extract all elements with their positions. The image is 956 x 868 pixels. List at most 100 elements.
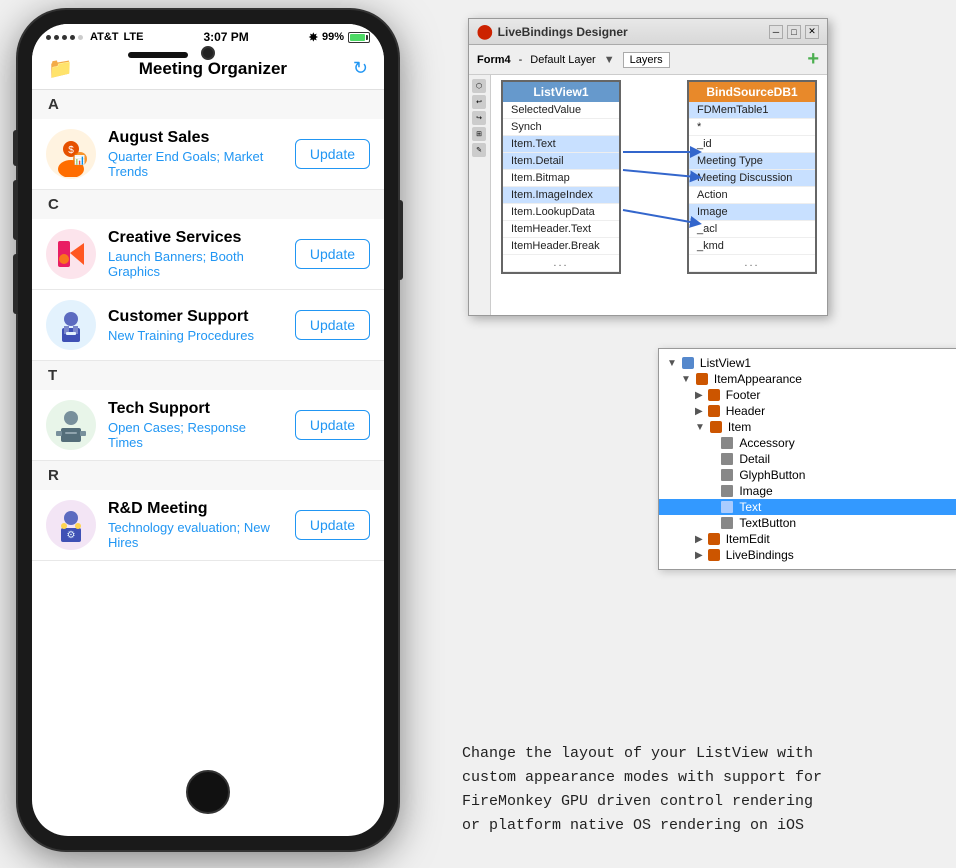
sub-icon	[708, 533, 720, 545]
tree-item-text[interactable]: Text	[659, 499, 956, 515]
db-field-image[interactable]: Image	[689, 204, 815, 221]
battery-fill	[350, 34, 365, 41]
layers-button[interactable]: Layers	[623, 52, 670, 68]
update-button[interactable]: Update	[295, 510, 370, 540]
item-title: August Sales	[108, 129, 283, 147]
db-field-action[interactable]: Action	[689, 187, 815, 204]
bindsourcedb-header: BindSourceDB1	[689, 82, 815, 102]
list-item[interactable]: Customer Support New Training Procedures…	[32, 290, 384, 361]
update-button[interactable]: Update	[295, 310, 370, 340]
list-item[interactable]: ⚙ R&D Meeting Technology evaluation; New…	[32, 490, 384, 561]
maximize-button[interactable]: □	[787, 25, 801, 39]
tree-item-listview1[interactable]: ▼ ListView1	[659, 355, 956, 371]
signal-dot	[70, 35, 75, 40]
desc-line-4: or platform native OS rendering on iOS	[462, 814, 932, 838]
tree-item-header[interactable]: ▶ Header	[659, 403, 956, 419]
refresh-icon[interactable]: ↻	[353, 58, 368, 79]
lv-field-itemimageindex[interactable]: Item.ImageIndex	[503, 187, 619, 204]
tree-item-accessory[interactable]: Accessory	[659, 435, 956, 451]
tree-item-itemedit[interactable]: ▶ ItemEdit	[659, 531, 956, 547]
power-button[interactable]	[398, 200, 403, 280]
spacer	[715, 452, 718, 466]
lv-field-itemlookupdata[interactable]: Item.LookupData	[503, 204, 619, 221]
folder-icon[interactable]: 📁	[48, 56, 73, 81]
update-button[interactable]: Update	[295, 239, 370, 269]
update-button[interactable]: Update	[295, 139, 370, 169]
section-header-c: C	[32, 190, 384, 219]
tree-label: GlyphButton	[739, 468, 805, 482]
item-text-customer: Customer Support New Training Procedures	[108, 308, 283, 343]
avatar	[46, 229, 96, 279]
carrier-label: AT&T	[90, 31, 119, 43]
listview-box: ListView1 SelectedValue Synch Item.Text …	[501, 80, 621, 274]
tree-item-glyphbutton[interactable]: GlyphButton	[659, 467, 956, 483]
window-titlebar: ⬤ LiveBindings Designer ─ □ ✕	[469, 19, 827, 45]
add-layer-button[interactable]: +	[807, 48, 819, 71]
listview-box-header: ListView1	[503, 82, 619, 102]
tree-item-detail[interactable]: Detail	[659, 451, 956, 467]
db-field-acl[interactable]: _acl	[689, 221, 815, 238]
expand-icon: ▼	[681, 374, 691, 385]
tree-item-item[interactable]: ▼ Item	[659, 419, 956, 435]
volume-down-button[interactable]	[13, 254, 18, 314]
db-field-id[interactable]: _id	[689, 136, 815, 153]
db-field-kmd[interactable]: _kmd	[689, 238, 815, 255]
volume-up-button[interactable]	[13, 180, 18, 240]
lv-field-itemtext[interactable]: Item.Text	[503, 136, 619, 153]
tree-item-textbutton[interactable]: TextButton	[659, 515, 956, 531]
home-button[interactable]	[186, 770, 230, 814]
app-title: Meeting Organizer	[139, 59, 287, 79]
battery-pct: 99%	[322, 31, 344, 43]
avatar	[46, 400, 96, 450]
expand-icon: ▶	[695, 390, 703, 401]
db-field-star[interactable]: *	[689, 119, 815, 136]
mute-button[interactable]	[13, 130, 18, 166]
sub-icon	[710, 421, 722, 433]
expand-icon: ▶	[695, 534, 703, 545]
tool-icon[interactable]: ↪	[472, 111, 486, 125]
tree-item-image[interactable]: Image	[659, 483, 956, 499]
db-field-fdmemtable[interactable]: FDMemTable1	[689, 102, 815, 119]
db-field-meetingtype[interactable]: Meeting Type	[689, 153, 815, 170]
tool-icon[interactable]: ⬡	[472, 79, 486, 93]
lv-field-itemheaderbreak[interactable]: ItemHeader.Break	[503, 238, 619, 255]
tool-icon[interactable]: ↩	[472, 95, 486, 109]
list-item[interactable]: Creative Services Launch Banners; Booth …	[32, 219, 384, 290]
speaker	[128, 52, 188, 58]
tool-icon[interactable]: ⊞	[472, 127, 486, 141]
phone-screen: AT&T LTE 3:07 PM ✸ 99% 📁 Meeting Organiz…	[32, 24, 384, 836]
phone-device: AT&T LTE 3:07 PM ✸ 99% 📁 Meeting Organiz…	[18, 10, 398, 850]
lv-field-itemheadertext[interactable]: ItemHeader.Text	[503, 221, 619, 238]
lv-field-synch[interactable]: Synch	[503, 119, 619, 136]
section-header-t: T	[32, 361, 384, 390]
spacer	[715, 436, 718, 450]
spacer	[715, 484, 718, 498]
tree-item-livebindings[interactable]: ▶ LiveBindings	[659, 547, 956, 563]
network-label: LTE	[124, 31, 144, 43]
item-detail: Open Cases; Response Times	[108, 420, 283, 450]
avatar: ⚙	[46, 500, 96, 550]
db-field-meetingdiscussion[interactable]: Meeting Discussion	[689, 170, 815, 187]
tree-item-itemappearance[interactable]: ▼ ItemAppearance	[659, 371, 956, 387]
tree-item-footer[interactable]: ▶ Footer	[659, 387, 956, 403]
battery-area: ✸ 99%	[309, 31, 370, 44]
battery-tip	[366, 35, 368, 40]
minimize-button[interactable]: ─	[769, 25, 783, 39]
expand-icon: ▶	[695, 406, 703, 417]
lv-field-selectedvalue[interactable]: SelectedValue	[503, 102, 619, 119]
leaf-icon	[721, 469, 733, 481]
tool-icon[interactable]: ✎	[472, 143, 486, 157]
list-item[interactable]: $ 📊 August Sales Quarter End Goals; Mark…	[32, 119, 384, 190]
lv-field-itemdetail[interactable]: Item.Detail	[503, 153, 619, 170]
spacer	[715, 468, 718, 482]
window-title-label: LiveBindings Designer	[498, 25, 628, 39]
battery-icon	[348, 32, 370, 43]
close-button[interactable]: ✕	[805, 25, 819, 39]
list-item[interactable]: Tech Support Open Cases; Response Times …	[32, 390, 384, 461]
tree-label: ListView1	[700, 356, 751, 370]
window-controls[interactable]: ─ □ ✕	[769, 25, 819, 39]
update-button[interactable]: Update	[295, 410, 370, 440]
item-text-tech: Tech Support Open Cases; Response Times	[108, 400, 283, 450]
lv-field-itembitmap[interactable]: Item.Bitmap	[503, 170, 619, 187]
tree-label: ItemAppearance	[714, 372, 802, 386]
